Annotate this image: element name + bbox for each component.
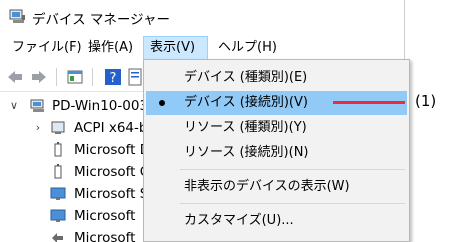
back-arrow-icon[interactable]: [6, 68, 24, 86]
toolbar-separator: [56, 68, 57, 86]
tree-item-label: Microsoft S: [74, 186, 149, 202]
system-device-icon: [51, 121, 65, 134]
selected-radio-bullet-icon: [159, 100, 165, 106]
menu-bar: ファイル(F) 操作(A) 表示(V) ヘルプ(H): [0, 36, 405, 60]
show-hide-tree-icon[interactable]: [66, 68, 84, 86]
expand-chevron-icon[interactable]: ›: [32, 117, 44, 139]
tree-item-label: ACPI x64-b: [74, 120, 148, 136]
tree-item-label: Microsoft D: [74, 142, 151, 158]
device-manager-icon: [9, 9, 25, 23]
battery-icon: [54, 142, 62, 157]
computer-icon: [30, 99, 44, 112]
svg-text:?: ?: [110, 71, 117, 86]
menu-item-resources-by-connection[interactable]: リソース (接続別)(N): [146, 141, 407, 165]
callout-label: (1): [415, 92, 437, 110]
menu-view[interactable]: 表示(V): [143, 36, 208, 60]
battery-icon: [54, 164, 62, 179]
menu-separator: [180, 203, 405, 204]
title-bar: デバイス マネージャー: [0, 0, 405, 34]
tree-item-label: Microsoft: [74, 230, 136, 242]
menu-separator: [180, 169, 405, 170]
menu-item-devices-by-type[interactable]: デバイス (種類別)(E): [146, 66, 407, 90]
menu-item-show-hidden-devices[interactable]: 非表示のデバイスの表示(W): [146, 175, 407, 199]
monitor-icon: [50, 209, 66, 222]
callout-line: [333, 101, 405, 104]
menu-file[interactable]: ファイル(F): [6, 36, 88, 60]
collapse-chevron-icon[interactable]: ∨: [8, 95, 20, 117]
window-title: デバイス マネージャー: [32, 12, 170, 28]
menu-item-resources-by-type[interactable]: リソース (種類別)(Y): [146, 116, 407, 140]
help-icon[interactable]: ?: [104, 68, 122, 86]
tree-root-label: PD-Win10-003: [52, 98, 149, 114]
menu-help[interactable]: ヘルプ(H): [212, 36, 283, 60]
monitor-icon: [50, 187, 66, 200]
properties-icon[interactable]: [126, 68, 144, 86]
view-menu-dropdown: デバイス (種類別)(E) デバイス (接続別)(V) リソース (種類別)(Y…: [143, 59, 410, 242]
toolbar-separator: [92, 68, 93, 86]
forward-arrow-icon[interactable]: [30, 68, 48, 86]
network-adapter-icon: [52, 233, 63, 242]
menu-item-customize[interactable]: カスタマイズ(U)...: [146, 209, 407, 233]
tree-item-label: Microsoft C: [74, 164, 150, 180]
tree-item-label: Microsoft: [74, 208, 136, 224]
menu-action[interactable]: 操作(A): [82, 36, 139, 60]
